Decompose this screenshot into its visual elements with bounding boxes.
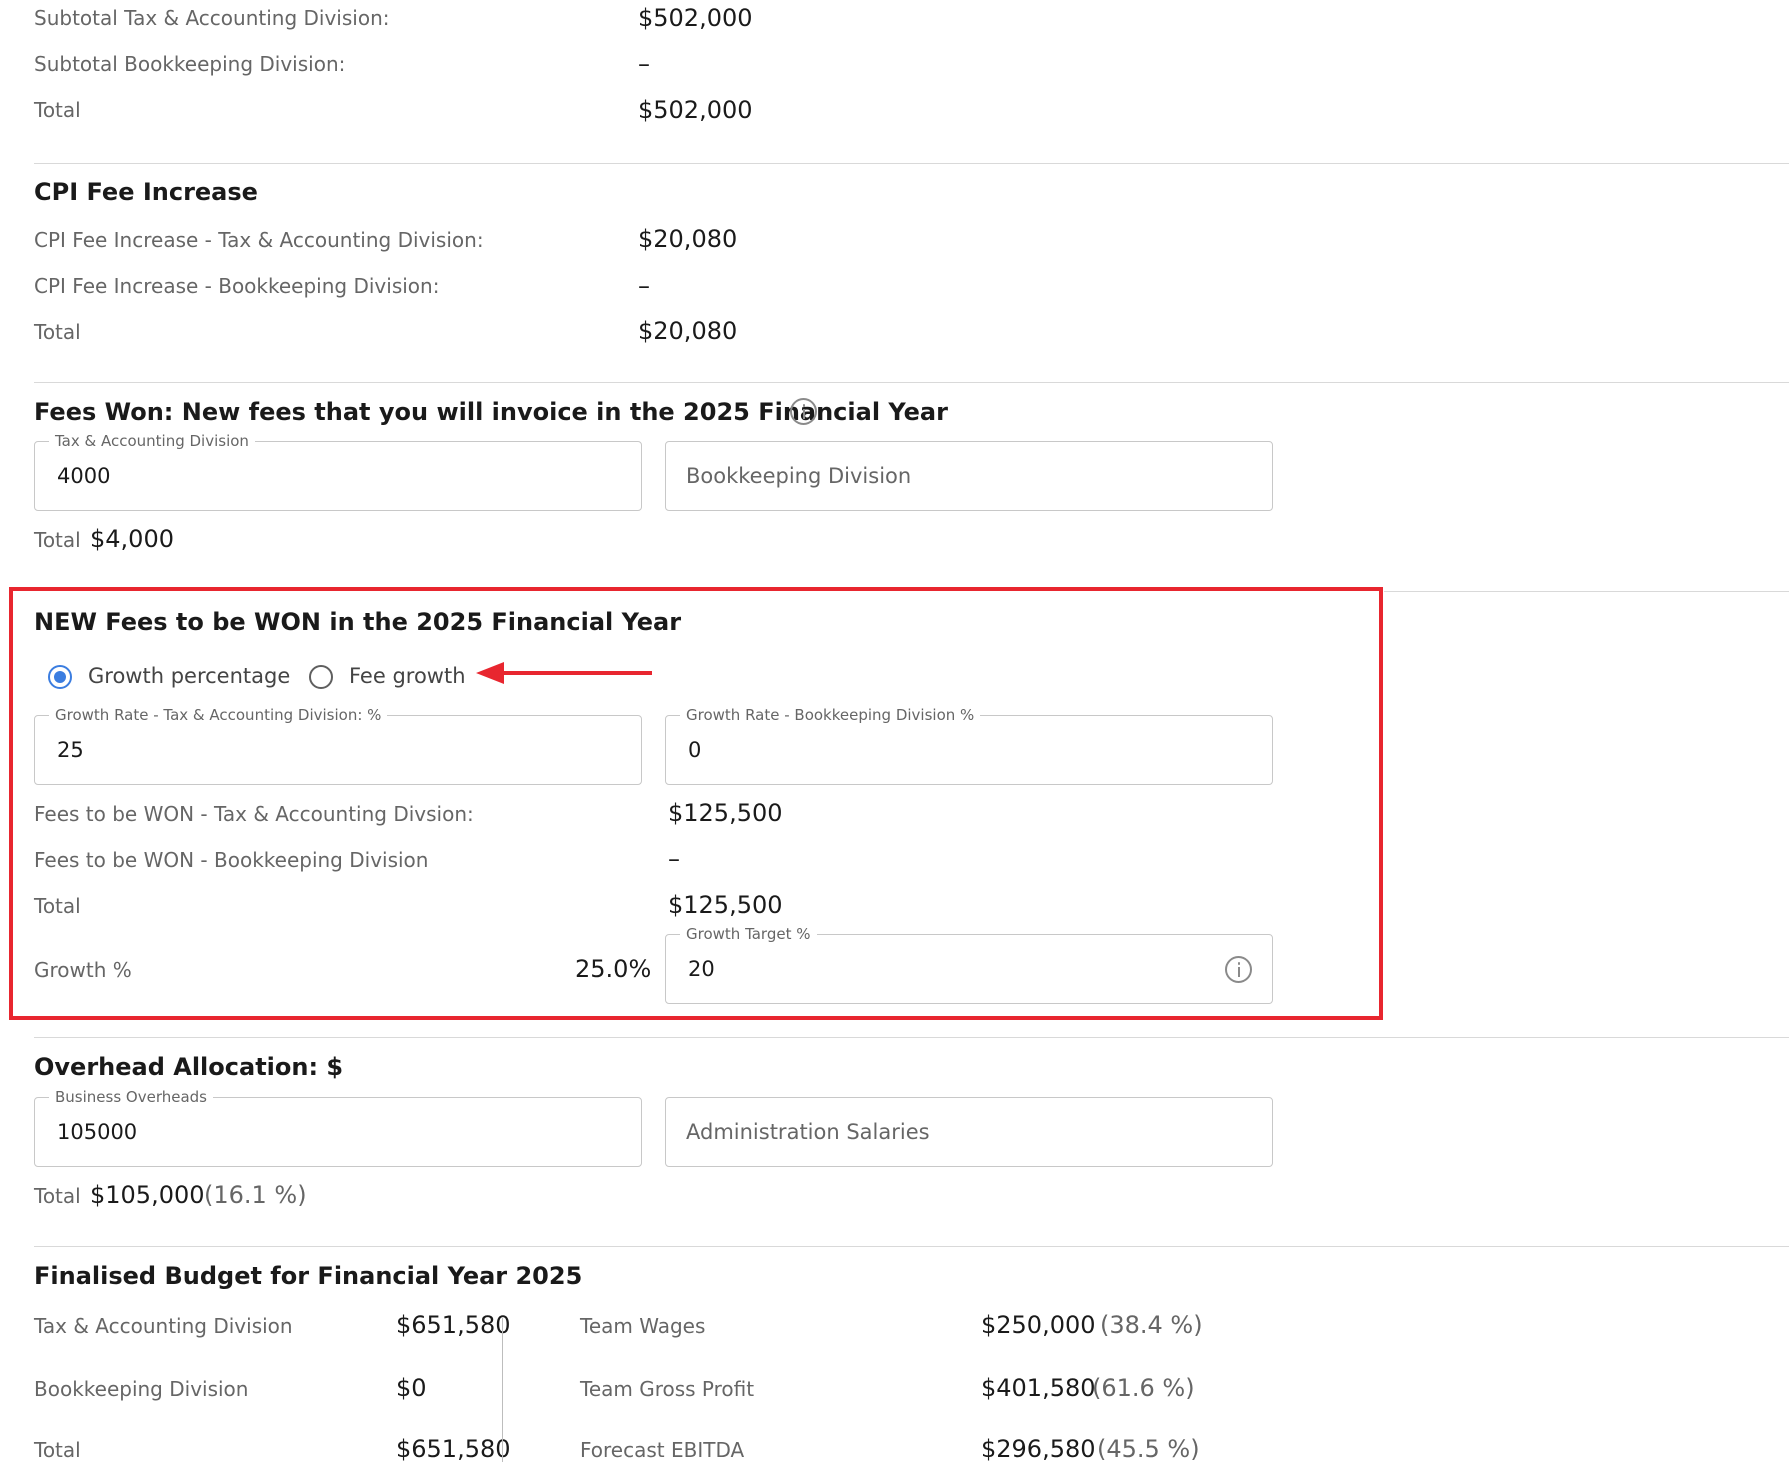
fees-won-tax-field-label: Tax & Accounting Division (49, 432, 255, 450)
growth-rate-tax-field[interactable]: Growth Rate - Tax & Accounting Division:… (34, 706, 642, 785)
info-icon[interactable] (790, 398, 817, 425)
new-fees-total-value: $125,500 (668, 891, 783, 919)
section-divider (34, 163, 1789, 164)
business-overheads-field[interactable]: Business Overheads 105000 (34, 1088, 642, 1167)
growth-percent-value: 25.0% (575, 955, 652, 983)
team-gross-profit-value: $401,580 (981, 1374, 1096, 1402)
growth-rate-bookkeeping-field[interactable]: Growth Rate - Bookkeeping Division % 0 (665, 706, 1273, 785)
subtotal-bookkeeping-value: – (638, 50, 650, 78)
overhead-heading: Overhead Allocation: $ (34, 1053, 344, 1081)
new-fees-total-label: Total (34, 894, 81, 918)
growth-target-field[interactable]: Growth Target % 20 (665, 925, 1273, 1004)
budget-column-divider (502, 1318, 503, 1462)
growth-rate-tax-value: 25 (57, 738, 84, 762)
cpi-total-label: Total (34, 320, 81, 344)
growth-rate-bookkeeping-value: 0 (688, 738, 702, 762)
overhead-total-value: $105,000 (90, 1181, 205, 1209)
growth-percent-label: Growth % (34, 958, 132, 982)
administration-salaries-placeholder: Administration Salaries (686, 1120, 930, 1144)
fees-won-bookkeeping-placeholder: Bookkeeping Division (686, 464, 912, 488)
administration-salaries-field[interactable]: Administration Salaries (665, 1097, 1273, 1167)
section-divider (1384, 591, 1789, 592)
growth-target-value: 20 (688, 957, 715, 981)
growth-rate-tax-label: Growth Rate - Tax & Accounting Division:… (49, 706, 388, 724)
overhead-total-percent: (16.1 %) (204, 1181, 307, 1209)
subtotal-tax-label: Subtotal Tax & Accounting Division: (34, 6, 390, 30)
fees-won-total-value: $4,000 (90, 525, 174, 553)
radio-fee-growth-label[interactable]: Fee growth (349, 664, 466, 688)
team-wages-percent: (38.4 %) (1100, 1311, 1203, 1339)
fees-won-tax-field-value: 4000 (57, 464, 111, 488)
subtotal-total-value: $502,000 (638, 96, 753, 124)
budget-bookkeeping-label: Bookkeeping Division (34, 1377, 249, 1401)
radio-growth-percentage[interactable] (48, 665, 72, 689)
fees-won-bookkeeping-field[interactable]: Bookkeeping Division (665, 441, 1273, 511)
fees-won-total-label: Total (34, 528, 81, 552)
team-gross-profit-percent: (61.6 %) (1092, 1374, 1195, 1402)
cpi-heading: CPI Fee Increase (34, 178, 258, 206)
cpi-bookkeeping-value: – (638, 272, 650, 300)
subtotal-total-label: Total (34, 98, 81, 122)
budget-total-value: $651,580 (396, 1435, 511, 1463)
business-overheads-value: 105000 (57, 1120, 138, 1144)
section-divider (34, 382, 1789, 383)
red-arrow-annotation (476, 662, 652, 684)
business-overheads-label: Business Overheads (49, 1088, 213, 1106)
info-icon[interactable] (1225, 956, 1252, 983)
growth-target-label: Growth Target % (680, 925, 817, 943)
forecast-ebitda-label: Forecast EBITDA (580, 1438, 745, 1462)
fees-to-win-tax-value: $125,500 (668, 799, 783, 827)
forecast-ebitda-value: $296,580 (981, 1435, 1096, 1463)
budget-total-label: Total (34, 1438, 81, 1462)
team-gross-profit-label: Team Gross Profit (580, 1377, 755, 1401)
cpi-total-value: $20,080 (638, 317, 738, 345)
cpi-tax-value: $20,080 (638, 225, 738, 253)
fees-won-tax-field[interactable]: Tax & Accounting Division 4000 (34, 432, 642, 511)
radio-growth-percentage-label[interactable]: Growth percentage (88, 664, 290, 688)
budget-tax-value: $651,580 (396, 1311, 511, 1339)
team-wages-label: Team Wages (580, 1314, 706, 1338)
subtotal-bookkeeping-label: Subtotal Bookkeeping Division: (34, 52, 346, 76)
cpi-tax-label: CPI Fee Increase - Tax & Accounting Divi… (34, 228, 484, 252)
fees-to-win-tax-label: Fees to be WON - Tax & Accounting Divsio… (34, 802, 474, 826)
subtotal-tax-value: $502,000 (638, 4, 753, 32)
section-divider (34, 1246, 1789, 1247)
fees-to-win-bookkeeping-label: Fees to be WON - Bookkeeping Division (34, 848, 429, 872)
cpi-bookkeeping-label: CPI Fee Increase - Bookkeeping Division: (34, 274, 440, 298)
team-wages-value: $250,000 (981, 1311, 1096, 1339)
growth-rate-bookkeeping-label: Growth Rate - Bookkeeping Division % (680, 706, 981, 724)
new-fees-heading: NEW Fees to be WON in the 2025 Financial… (34, 608, 682, 636)
forecast-ebitda-percent: (45.5 %) (1097, 1435, 1200, 1463)
radio-fee-growth[interactable] (309, 665, 333, 689)
fees-to-win-bookkeeping-value: – (668, 845, 680, 873)
section-divider (34, 1037, 1789, 1038)
budget-heading: Finalised Budget for Financial Year 2025 (34, 1262, 583, 1290)
overhead-total-label: Total (34, 1184, 81, 1208)
budget-tax-label: Tax & Accounting Division (34, 1314, 293, 1338)
budget-bookkeeping-value: $0 (396, 1374, 427, 1402)
